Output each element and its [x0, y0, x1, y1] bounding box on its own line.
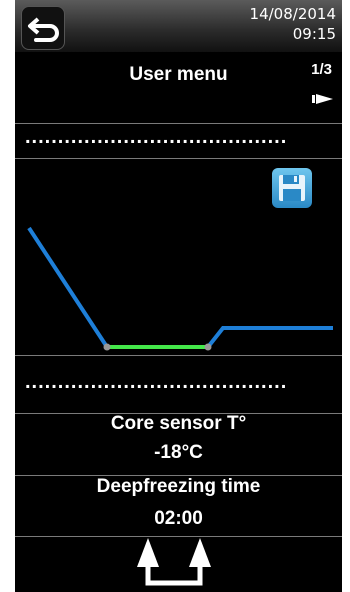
- profile-line-rise: [206, 326, 333, 349]
- core-sensor-value[interactable]: -18°C: [15, 442, 342, 464]
- profile-point: [204, 343, 212, 351]
- profile-point: [103, 343, 111, 351]
- placeholder-bottom[interactable]: ........................................: [25, 372, 287, 392]
- deepfreezing-label: Deepfreezing time: [96, 476, 261, 497]
- divider: [15, 355, 342, 356]
- core-sensor-label: Core sensor T°: [110, 413, 247, 434]
- deepfreezing-value[interactable]: 02:00: [15, 508, 342, 530]
- profile-line-descent: [27, 226, 109, 349]
- cycle-arrows-icon: [137, 538, 211, 586]
- temperature-profile-graph: [27, 226, 333, 351]
- device-screen: 14/08/2014 09:15 User menu 1/3 .........…: [15, 0, 342, 592]
